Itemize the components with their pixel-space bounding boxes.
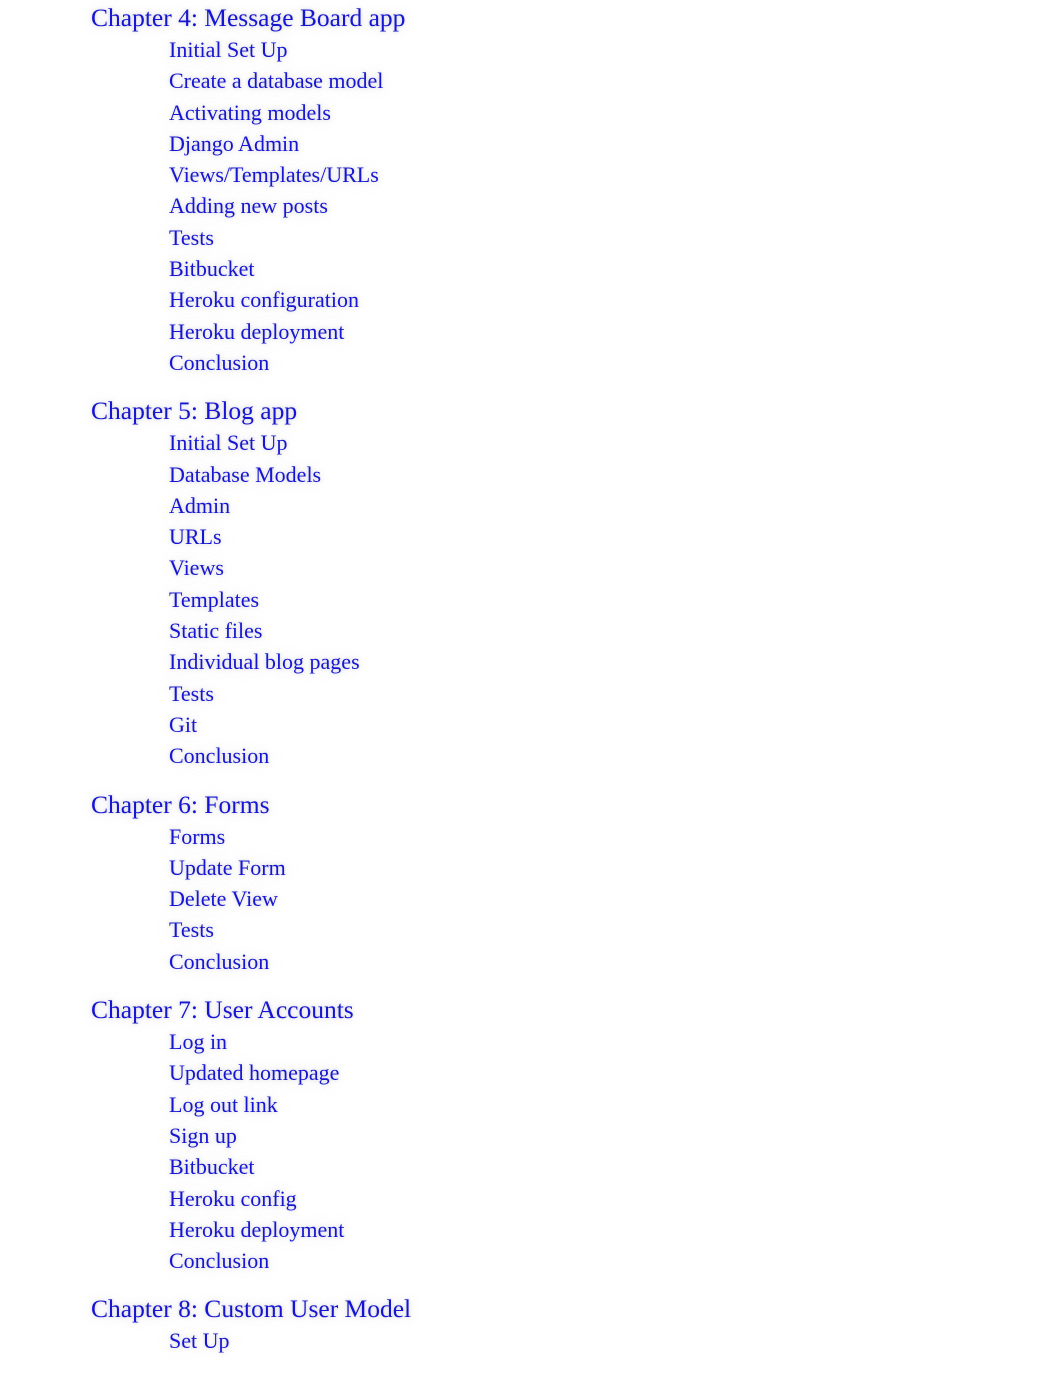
section-entry-link[interactable]: Bitbucket <box>169 253 1062 284</box>
section-entry-link[interactable]: Updated homepage <box>169 1057 1062 1088</box>
chapter-section-list: Initial Set Up Create a database model Act… <box>0 34 1062 378</box>
section-entry-link[interactable]: Database Models <box>169 459 1062 490</box>
chapter-block: Chapter 5: Blog app Initial Set Up Databas… <box>0 395 1062 771</box>
section-entry-link[interactable]: Heroku deployment <box>169 316 1062 347</box>
section-entry-link[interactable]: Tests <box>169 914 1062 945</box>
section-entry-link[interactable]: Heroku configuration <box>169 284 1062 315</box>
section-entry-link[interactable]: Delete View <box>169 883 1062 914</box>
chapter-block: Chapter 8: Custom User Model Set Up <box>0 1293 1062 1356</box>
section-entry-link[interactable]: Static files <box>169 615 1062 646</box>
section-entry-link[interactable]: Views/Templates/URLs <box>169 159 1062 190</box>
chapter-block: Chapter 4: Message Board app Initial Set … <box>0 2 1062 378</box>
section-entry-link[interactable]: Bitbucket <box>169 1151 1062 1182</box>
chapter-title-link[interactable]: Chapter 8: Custom User Model <box>91 1293 1062 1325</box>
chapter-title-link[interactable]: Chapter 6: Forms <box>91 789 1062 821</box>
section-entry-link[interactable]: Django Admin <box>169 128 1062 159</box>
section-entry-link[interactable]: Tests <box>169 222 1062 253</box>
table-of-contents: Chapter 4: Message Board app Initial Set … <box>0 2 1062 1378</box>
section-entry-link[interactable]: Adding new posts <box>169 190 1062 221</box>
section-entry-link[interactable]: Heroku deployment <box>169 1214 1062 1245</box>
chapter-section-list: Set Up <box>0 1325 1062 1356</box>
section-entry-link[interactable]: Conclusion <box>169 946 1062 977</box>
section-entry-link[interactable]: Conclusion <box>169 1245 1062 1276</box>
section-entry-link[interactable]: URLs <box>169 521 1062 552</box>
section-entry-link[interactable]: Create a database model <box>169 65 1062 96</box>
section-entry-link[interactable]: Update Form <box>169 852 1062 883</box>
section-entry-link[interactable]: Heroku config <box>169 1183 1062 1214</box>
section-entry-link[interactable]: Conclusion <box>169 347 1062 378</box>
section-entry-link[interactable]: Initial Set Up <box>169 427 1062 458</box>
chapter-title-link[interactable]: Chapter 7: User Accounts <box>91 994 1062 1026</box>
chapter-section-list: Forms Update Form Delete View Tests Conclusi… <box>0 821 1062 977</box>
section-entry-link[interactable]: Individual blog pages <box>169 646 1062 677</box>
section-entry-link[interactable]: Log out link <box>169 1089 1062 1120</box>
section-entry-link[interactable]: Forms <box>169 821 1062 852</box>
chapter-block: Chapter 6: Forms Forms Update Form Delete V… <box>0 789 1062 977</box>
section-entry-link[interactable]: Conclusion <box>169 740 1062 771</box>
section-entry-link[interactable]: Log in <box>169 1026 1062 1057</box>
chapter-block: Chapter 7: User Accounts Log in Updated ho… <box>0 994 1062 1276</box>
section-entry-link[interactable]: Git <box>169 709 1062 740</box>
chapter-title-link[interactable]: Chapter 4: Message Board app <box>91 2 1062 34</box>
section-entry-link[interactable]: Tests <box>169 678 1062 709</box>
section-entry-link[interactable]: Activating models <box>169 97 1062 128</box>
section-entry-link[interactable]: Views <box>169 552 1062 583</box>
section-entry-link[interactable]: Set Up <box>169 1325 1062 1356</box>
chapter-section-list: Log in Updated homepage Log out link Sign u… <box>0 1026 1062 1276</box>
section-entry-link[interactable]: Sign up <box>169 1120 1062 1151</box>
section-entry-link[interactable]: Templates <box>169 584 1062 615</box>
chapter-title-link[interactable]: Chapter 5: Blog app <box>91 395 1062 427</box>
chapter-section-list: Initial Set Up Database Models Admin URLs Vi… <box>0 427 1062 771</box>
section-entry-link[interactable]: Admin <box>169 490 1062 521</box>
section-entry-link[interactable]: Initial Set Up <box>169 34 1062 65</box>
